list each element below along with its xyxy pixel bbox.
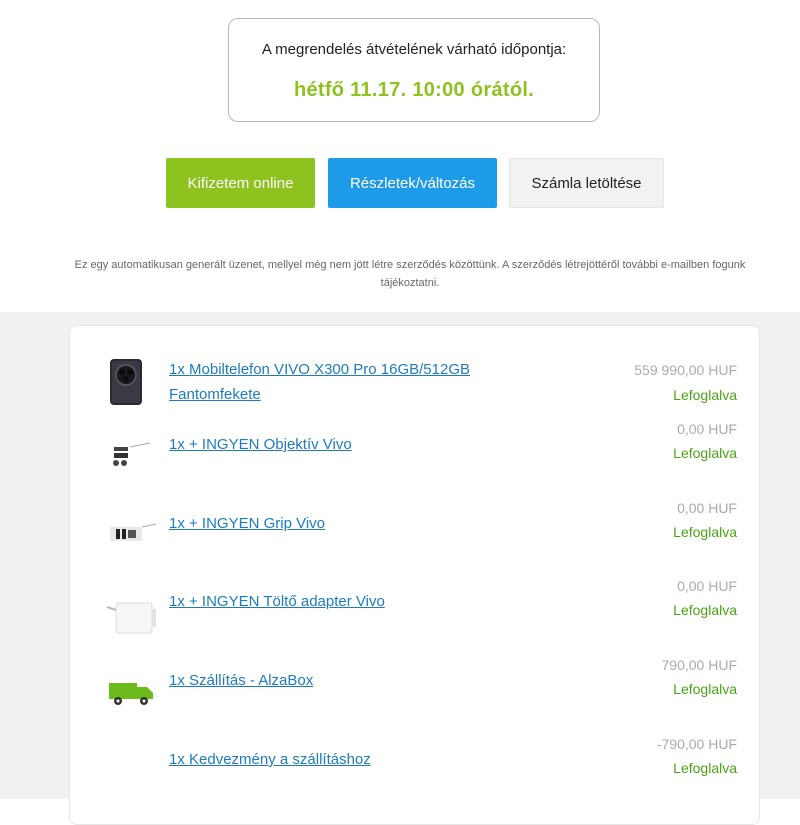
charger-icon: [106, 597, 156, 647]
item-link[interactable]: 1x + INGYEN Töltő adapter Vivo: [169, 589, 529, 614]
list-item: 1x Szállítás - AlzaBox 790,00 HUF Lefogl…: [70, 657, 761, 741]
list-item: 1x Kedvezmény a szállításhoz -790,00 HUF…: [70, 736, 761, 820]
grip-kit-icon: [106, 519, 157, 569]
details-change-button[interactable]: Részletek/változás: [328, 158, 497, 208]
item-status: Lefoglalva: [673, 760, 737, 776]
item-status: Lefoglalva: [673, 445, 737, 461]
item-link[interactable]: 1x Szállítás - AlzaBox: [169, 668, 529, 693]
item-price: 0,00 HUF: [677, 421, 737, 437]
list-item: 1x + INGYEN Objektív Vivo 0,00 HUF Lefog…: [70, 421, 761, 505]
item-price: 559 990,00 HUF: [634, 362, 737, 378]
item-status: Lefoglalva: [673, 387, 737, 403]
item-link[interactable]: 1x + INGYEN Grip Vivo: [169, 511, 529, 536]
item-link[interactable]: 1x Kedvezmény a szállításhoz: [169, 747, 529, 772]
delivery-truck-icon: [106, 677, 153, 727]
list-item: 1x + INGYEN Töltő adapter Vivo 0,00 HUF …: [70, 578, 761, 662]
delivery-time: hétfő 11.17. 10:00 órától.: [293, 79, 535, 101]
pay-online-button[interactable]: Kifizetem online: [166, 158, 315, 208]
item-status: Lefoglalva: [673, 681, 737, 697]
list-item: 1x Mobiltelefon VIVO X300 Pro 16GB/512GB…: [70, 356, 761, 426]
item-price: 790,00 HUF: [661, 657, 737, 673]
phone-icon: [106, 358, 146, 408]
item-link[interactable]: 1x Mobiltelefon VIVO X300 Pro 16GB/512GB…: [169, 357, 529, 407]
order-items-card: 1x Mobiltelefon VIVO X300 Pro 16GB/512GB…: [69, 325, 760, 825]
item-price: 0,00 HUF: [677, 500, 737, 516]
delivery-label: A megrendelés átvételének várható időpon…: [261, 41, 567, 58]
list-item: 1x + INGYEN Grip Vivo 0,00 HUF Lefoglalv…: [70, 500, 761, 584]
lens-kit-icon: [106, 441, 151, 491]
item-price: -790,00 HUF: [656, 736, 737, 752]
item-status: Lefoglalva: [673, 524, 737, 540]
delivery-info-box: A megrendelés átvételének várható időpon…: [228, 18, 600, 122]
item-link[interactable]: 1x + INGYEN Objektív Vivo: [169, 432, 529, 457]
item-status: Lefoglalva: [673, 602, 737, 618]
download-invoice-button[interactable]: Számla letöltése: [509, 158, 664, 208]
item-price: 0,00 HUF: [677, 578, 737, 594]
auto-message-notice: Ez egy automatikusan generált üzenet, me…: [74, 259, 746, 289]
